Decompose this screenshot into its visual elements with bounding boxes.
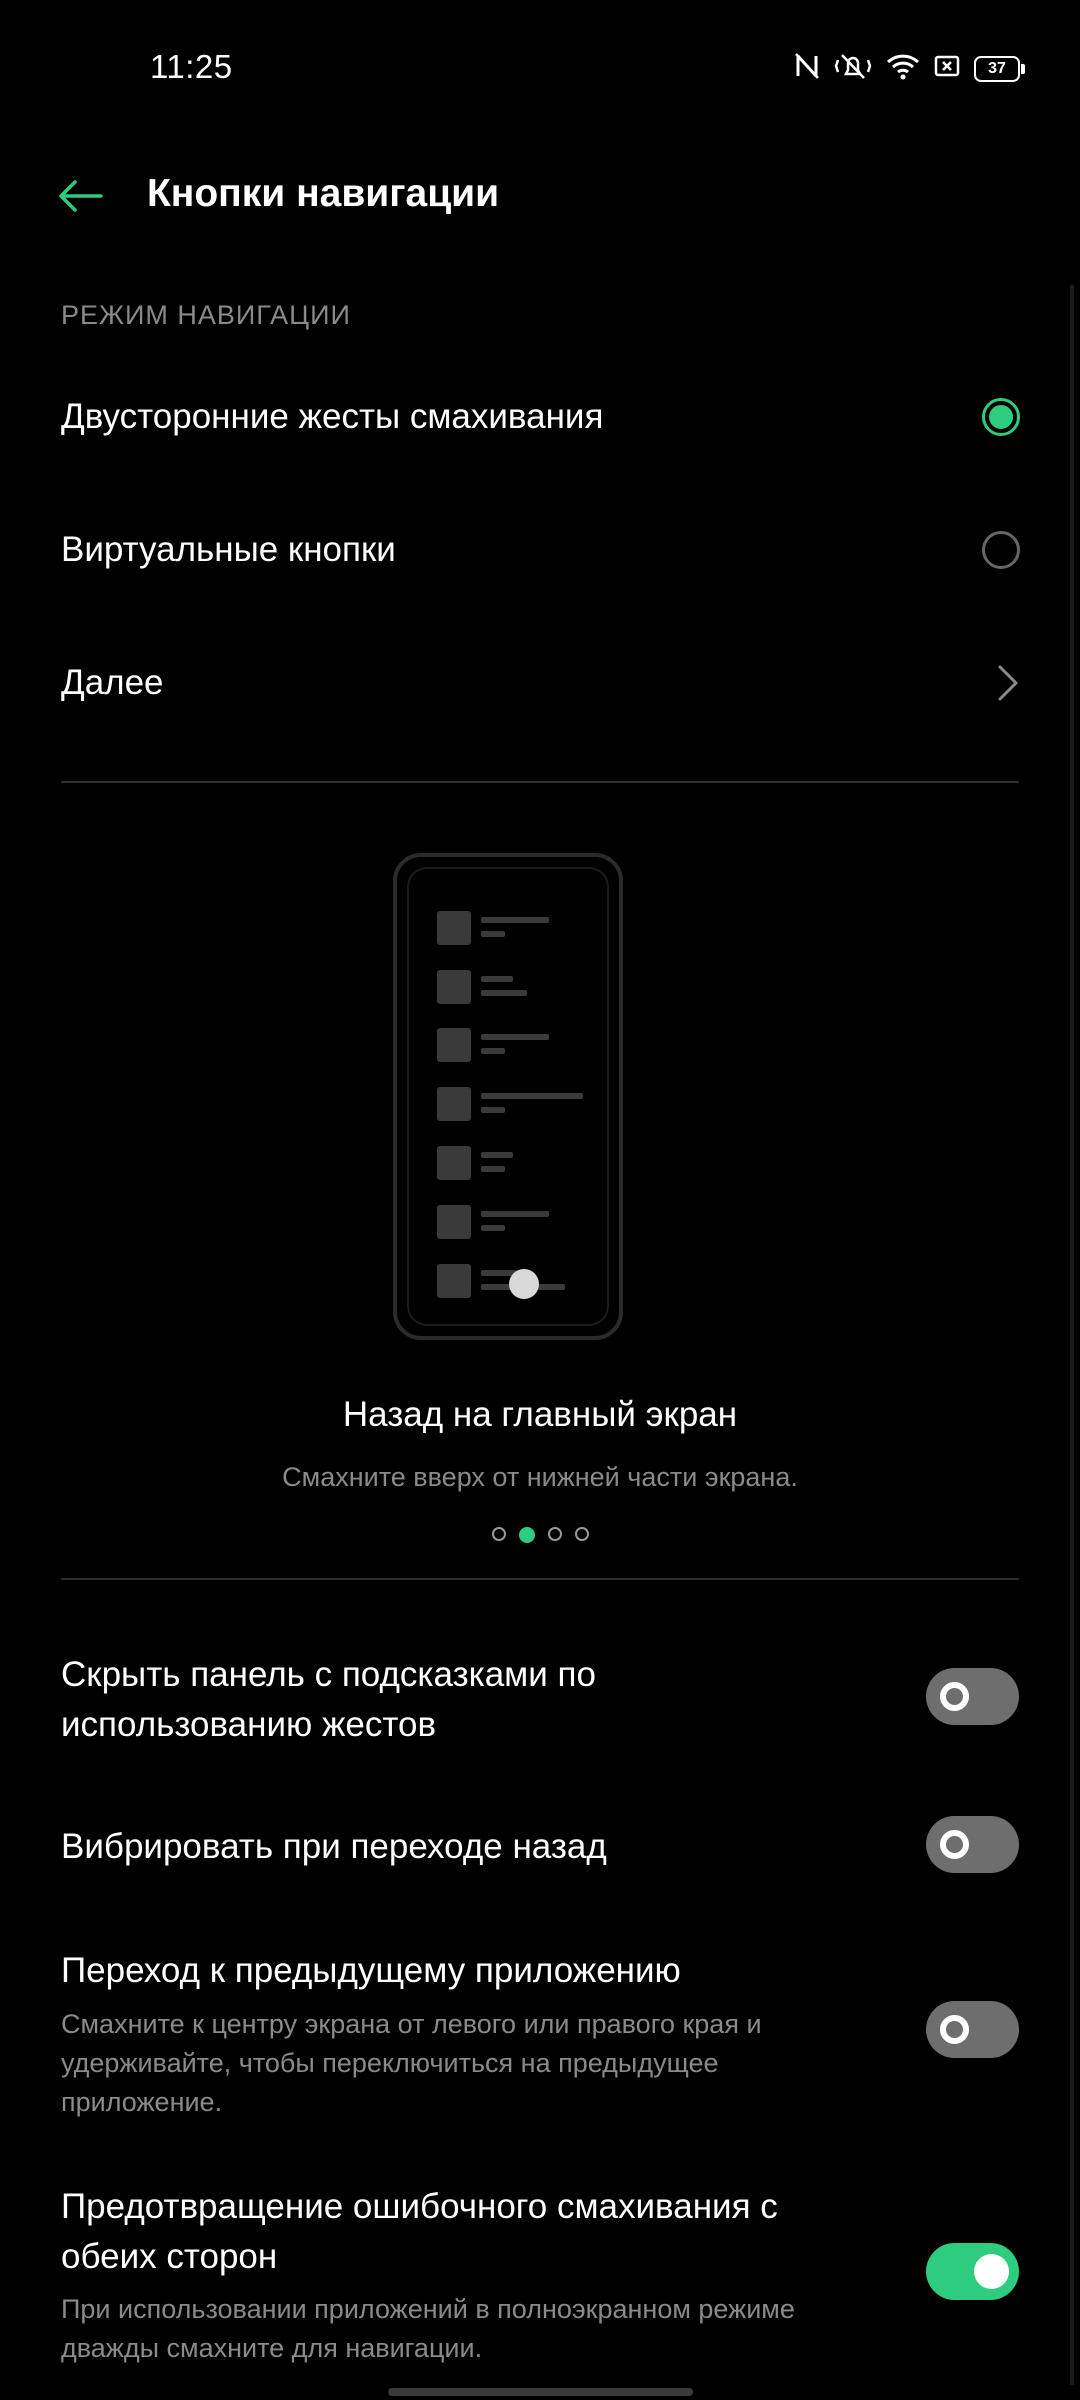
more-row[interactable]: Далее [61, 653, 1020, 713]
toggle-prevent-mistaken-swipe[interactable] [926, 2243, 1019, 2300]
page-dot[interactable] [574, 1527, 589, 1541]
option-two-sided-gestures[interactable]: Двусторонние жесты смахивания [61, 387, 1020, 447]
nfc-icon [794, 52, 820, 85]
gesture-illustration [393, 853, 623, 1340]
illustration-list-item [437, 1028, 612, 1064]
sim-icon [934, 54, 960, 83]
section-header-navigation-mode: РЕЖИМ НАВИГАЦИИ [61, 300, 351, 330]
page-dot[interactable] [547, 1527, 562, 1541]
illustration-list-item [437, 1087, 612, 1123]
illustration-subtitle: Смахните вверх от нижней части экрана. [282, 1462, 798, 1492]
setting-previous-app-description: Смахните к центру экрана от левого или п… [61, 2009, 762, 2117]
mute-vibrate-icon [834, 52, 872, 85]
option-virtual-buttons[interactable]: Виртуальные кнопки [61, 520, 1020, 580]
phone-screen [407, 867, 609, 1326]
scrollbar[interactable] [1070, 285, 1074, 2385]
setting-previous-app-label: Переход к предыдущему приложению [61, 1951, 681, 1990]
setting-hide-hint-bar-label: Скрыть панель с подсказками по использов… [61, 1655, 596, 1744]
touch-point [509, 1269, 539, 1299]
page-dot-active[interactable] [518, 1527, 535, 1543]
radio-unselected[interactable] [982, 531, 1020, 569]
battery-icon: 37 [974, 55, 1025, 82]
more-label: Далее [61, 663, 164, 702]
arrow-left-icon [59, 180, 103, 212]
option-label: Двусторонние жесты смахивания [61, 397, 604, 436]
chevron-right-icon [998, 665, 1018, 701]
setting-prevent-mistaken-swipe-description: При использовании приложений в полноэкра… [61, 2294, 795, 2363]
back-button[interactable] [50, 168, 110, 224]
home-indicator[interactable] [388, 2388, 693, 2396]
toggle-previous-app[interactable] [926, 2001, 1019, 2058]
page-indicator[interactable] [0, 1527, 1080, 1543]
page-dot[interactable] [491, 1527, 506, 1541]
option-label: Виртуальные кнопки [61, 530, 396, 569]
toggle-hide-hint-bar[interactable] [926, 1668, 1019, 1725]
divider [61, 781, 1019, 783]
setting-prevent-mistaken-swipe-label: Предотвращение ошибочного смахивания с о… [61, 2187, 778, 2276]
illustration-list-item [437, 911, 612, 947]
toggle-vibrate-on-back[interactable] [926, 1816, 1019, 1873]
divider [61, 1578, 1019, 1580]
status-time: 11:25 [150, 48, 233, 85]
status-icons: 37 [794, 52, 1025, 85]
wifi-icon [886, 52, 920, 85]
illustration-list-item [437, 1205, 612, 1241]
radio-selected[interactable] [982, 398, 1020, 436]
illustration-list-item [437, 970, 612, 1006]
page-title: Кнопки навигации [147, 172, 500, 215]
illustration-list-item [437, 1146, 612, 1182]
illustration-title: Назад на главный экран [342, 1395, 738, 1434]
setting-vibrate-on-back-label: Вибрировать при переходе назад [61, 1827, 607, 1866]
